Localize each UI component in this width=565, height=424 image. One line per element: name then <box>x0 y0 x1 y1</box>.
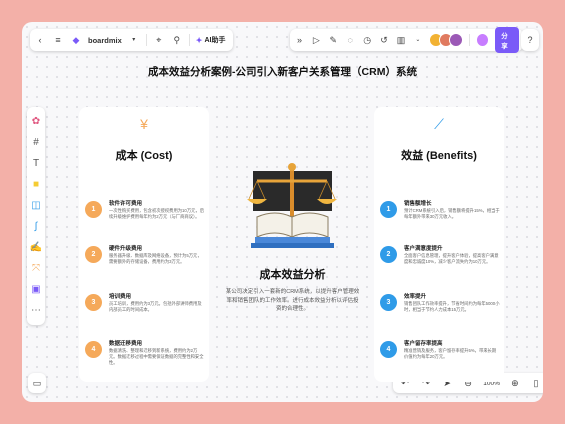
chevron-down-icon[interactable]: ▾ <box>128 34 140 46</box>
item-number: 1 <box>380 201 397 218</box>
app-name[interactable]: boardmix <box>88 36 122 45</box>
more-tools-icon[interactable]: ⋯ <box>29 304 43 318</box>
item-number: 2 <box>85 246 102 263</box>
item-title: 客户留存率提高 <box>404 341 443 347</box>
canvas[interactable]: ‹ ≡ ◆ boardmix ▾ ⌖ ⚲ ✦ AI助手 » ▷ ✎ ◌ ◷ ↺ … <box>22 22 543 402</box>
cost-icon: ¥ <box>140 116 148 132</box>
item-description: 员工培训，费用约为3万元。包括外部讲师费用及内部员工的时间成本。 <box>109 301 202 313</box>
page-title: 成本效益分析案例-公司引入新客户关系管理（CRM）系统 <box>148 66 417 78</box>
minimap-icon: ▭ <box>32 378 42 388</box>
pen-icon[interactable]: ✍ <box>29 241 43 255</box>
frame-icon[interactable]: # <box>29 136 43 150</box>
item-description: 销售团队工作效率提升，节省时间约为每年5000小时，相当于节约人力成本15万元。 <box>404 301 500 313</box>
book-base-lower <box>251 243 334 248</box>
ai-assistant-button[interactable]: ✦ AI助手 <box>196 35 226 45</box>
item-title: 硬件升级费用 <box>109 246 143 252</box>
item-description: 预计CRM系统引入后，销售额将提升15%，相当于每年额外带来30万元收入。 <box>404 208 500 220</box>
sticky-note-icon[interactable]: ■ <box>29 178 43 192</box>
item-title: 销售额增长 <box>404 201 432 207</box>
user-avatar[interactable] <box>476 33 490 47</box>
center-description: 某公司决定引入一套新的CRM系统，以提升客户管理效率和销售团队的工作效率。进行成… <box>225 289 360 312</box>
divider <box>469 34 471 46</box>
timer-icon[interactable]: ◷ <box>362 34 373 46</box>
cost-item[interactable]: 2 硬件升级费用 服务器升级、数据库及网络设备，预计为5万元，需要额外的存储设备… <box>85 244 207 284</box>
template-icon[interactable]: ▣ <box>29 283 43 297</box>
benefit-item[interactable]: 4 客户留存率提高 精准营销及服务，客户留存率提升5%，带来长期价值约为每年20… <box>380 339 502 379</box>
cost-heading: 成本 (Cost) <box>115 150 173 162</box>
cost-card[interactable]: ¥ 成本 (Cost) 1 软件许可费用 一次性购买费用，包含初次授权费用为10… <box>79 107 209 382</box>
item-title: 客户满意度提升 <box>404 246 443 252</box>
avatar <box>449 33 464 47</box>
shape-icon[interactable]: ◫ <box>29 199 43 213</box>
fit-screen-icon[interactable]: ▯ <box>530 377 542 389</box>
brush-icon[interactable]: ✎ <box>328 34 339 46</box>
menu-icon[interactable]: ≡ <box>52 34 64 46</box>
color-palette-icon[interactable]: ✿ <box>29 115 43 129</box>
history-icon[interactable]: ↺ <box>379 34 390 46</box>
play-icon[interactable]: ▷ <box>311 34 322 46</box>
item-description: 数据清洗、整理和迁移到新系统，费用约为2万元。数据迁移过程中需要保证数据的完整性… <box>109 348 204 366</box>
expand-icon[interactable]: » <box>294 34 305 46</box>
item-description: 全面客户信息管理，提升客户体验，提高客户满意度和忠诚度10%，减少客户流失约为1… <box>404 253 499 265</box>
item-title: 效率提升 <box>404 294 427 300</box>
connector-icon[interactable]: ∫ <box>29 220 43 234</box>
library-icon[interactable]: ▥ <box>396 34 407 46</box>
search-icon[interactable]: ⚲ <box>171 34 183 46</box>
item-number: 3 <box>380 294 397 311</box>
center-title: 成本效益分析 <box>259 269 326 281</box>
share-button[interactable]: 分享 <box>495 27 520 53</box>
minimap-button[interactable]: ▭ <box>28 373 46 393</box>
cost-item[interactable]: 4 数据迁移费用 数据清洗、整理和迁移到新系统，费用约为2万元。数据迁移过程中需… <box>85 339 207 379</box>
balance-scale-illustration <box>247 163 337 248</box>
back-chevron-icon[interactable]: ‹ <box>34 34 46 46</box>
tag-icon[interactable]: ⌖ <box>153 34 165 46</box>
item-number: 2 <box>380 246 397 263</box>
top-left-toolbar: ‹ ≡ ◆ boardmix ▾ ⌖ ⚲ ✦ AI助手 <box>30 29 233 51</box>
comment-icon[interactable]: ◌ <box>345 34 356 46</box>
cost-item[interactable]: 3 培训费用 员工培训，费用约为3万元。包括外部讲师费用及内部员工的时间成本。 <box>85 292 207 332</box>
share-label: 分享 <box>501 33 508 50</box>
text-icon[interactable]: T <box>29 157 43 171</box>
item-number: 4 <box>85 341 102 358</box>
benefits-chart-icon: ⟋ <box>434 116 444 132</box>
more-down-icon[interactable]: ⌄ <box>412 34 423 46</box>
mindmap-icon[interactable]: ⤧ <box>29 262 43 276</box>
item-title: 培训费用 <box>109 294 132 300</box>
benefits-card[interactable]: ⟋ 效益 (Benefits) 1 销售额增长 预计CRM系统引入后，销售额将提… <box>374 107 504 382</box>
item-description: 服务器升级、数据库及网络设备，预计为5万元，需要额外的存储设备，费用约为3万元。 <box>109 253 202 265</box>
item-number: 3 <box>85 294 102 311</box>
item-description: 精准营销及服务，客户留存率提升5%，带来长期价值约为每年20万元。 <box>404 348 497 360</box>
help-button[interactable]: ? <box>521 29 539 51</box>
item-number: 1 <box>85 201 102 218</box>
benefit-item[interactable]: 3 效率提升 销售团队工作效率提升，节省时间约为每年5000小时，相当于节约人力… <box>380 292 502 332</box>
benefit-item[interactable]: 1 销售额增长 预计CRM系统引入后，销售额将提升15%，相当于每年额外带来30… <box>380 199 502 239</box>
help-icon: ? <box>527 35 533 45</box>
cost-item[interactable]: 1 软件许可费用 一次性购买费用，包含初次授权费用为10万元，后续升级维护费用每… <box>85 199 207 239</box>
scale-top <box>288 163 296 171</box>
top-right-toolbar: » ▷ ✎ ◌ ◷ ↺ ▥ ⌄ 分享 <box>290 27 523 53</box>
benefit-item[interactable]: 2 客户满意度提升 全面客户信息管理，提升客户体验，提高客户满意度和忠诚度10%… <box>380 244 502 284</box>
ai-sparkle-icon: ✦ <box>195 35 203 45</box>
divider <box>188 34 190 46</box>
item-title: 软件许可费用 <box>109 201 143 207</box>
item-number: 4 <box>380 341 397 358</box>
divider <box>145 34 147 46</box>
tool-sidebar: ✿ # T ■ ◫ ∫ ✍ ⤧ ▣ ⋯ <box>27 107 45 325</box>
zoom-in-icon[interactable]: ⊕ <box>509 377 521 389</box>
ai-label: AI助手 <box>204 37 226 44</box>
benefits-heading: 效益 (Benefits) <box>401 150 477 162</box>
collaborator-avatars[interactable] <box>429 33 464 47</box>
book-base <box>255 237 330 243</box>
item-description: 一次性购买费用，包含初次授权费用为10万元，后续升级维护费用每年约为2万元（与厂… <box>109 208 205 220</box>
boardmix-logo-icon: ◆ <box>72 35 80 45</box>
item-title: 数据迁移费用 <box>109 341 143 347</box>
